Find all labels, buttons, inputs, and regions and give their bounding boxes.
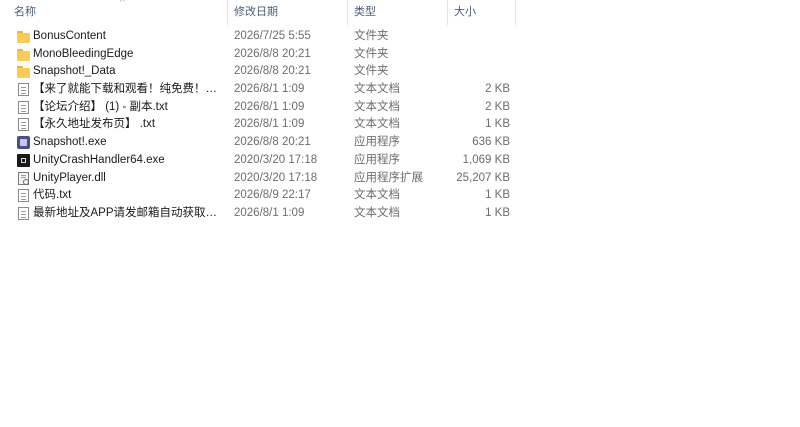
text-file-icon xyxy=(18,83,29,97)
text-file-icon xyxy=(18,100,29,114)
file-date: 2026/8/8 20:21 xyxy=(234,65,311,78)
file-name: Snapshot!.exe xyxy=(33,136,107,149)
text-file-icon xyxy=(18,206,29,220)
file-name: BonusContent xyxy=(33,30,106,42)
file-size: 636 KB xyxy=(472,136,510,149)
file-name: 【来了就能下载和观看！纯免费！】 - 副... xyxy=(33,83,223,96)
file-type: 文件夹 xyxy=(354,47,389,60)
folder-icon xyxy=(17,65,30,79)
file-type: 应用程序 xyxy=(354,153,400,166)
file-name: UnityPlayer.dll xyxy=(33,171,106,184)
file-size: 1 KB xyxy=(485,118,510,131)
file-row[interactable]: BonusContent 2026/7/25 5:55 文件夹 xyxy=(0,28,800,46)
file-size: 2 KB xyxy=(485,83,510,96)
file-size: 1,069 KB xyxy=(462,153,510,166)
file-type: 文本文档 xyxy=(354,118,400,131)
file-list: BonusContent 2026/7/25 5:55 文件夹 MonoBlee… xyxy=(0,28,800,223)
file-date: 2020/3/20 17:18 xyxy=(234,153,318,166)
folder-icon xyxy=(17,48,30,61)
exe-icon xyxy=(17,136,30,150)
file-row[interactable]: 最新地址及APP请发邮箱自动获取！！！... 2026/8/1 1:09 文本文… xyxy=(0,205,800,223)
file-name: MonoBleedingEdge xyxy=(33,47,134,60)
file-date: 2026/8/9 22:17 xyxy=(234,189,311,202)
file-name: Snapshot!_Data xyxy=(33,65,116,78)
file-type: 文本文档 xyxy=(354,83,400,96)
file-row[interactable]: 代码.txt 2026/8/9 22:17 文本文档 1 KB xyxy=(0,187,800,205)
file-name: UnityCrashHandler64.exe xyxy=(33,153,165,166)
file-size: 2 KB xyxy=(485,100,510,113)
file-row[interactable]: UnityPlayer.dll 2020/3/20 17:18 应用程序扩展 2… xyxy=(0,170,800,188)
file-type: 文本文档 xyxy=(354,206,400,219)
file-date: 2020/3/20 17:18 xyxy=(234,171,318,184)
column-header-name-label: 名称 xyxy=(14,6,36,18)
file-date: 2026/8/1 1:09 xyxy=(234,118,305,131)
crash-handler-icon xyxy=(17,153,30,167)
file-row[interactable]: MonoBleedingEdge 2026/8/8 20:21 文件夹 xyxy=(0,46,800,64)
file-name: 最新地址及APP请发邮箱自动获取！！！... xyxy=(33,206,223,219)
file-type: 文本文档 xyxy=(354,100,400,113)
file-date: 2026/8/1 1:09 xyxy=(234,83,305,96)
column-header-name[interactable]: 名称 ^ xyxy=(8,0,228,25)
column-header-size[interactable]: 大小 xyxy=(448,0,516,25)
file-type: 应用程序扩展 xyxy=(354,171,423,184)
file-row[interactable]: Snapshot!.exe 2026/8/8 20:21 应用程序 636 KB xyxy=(0,134,800,152)
file-date: 2026/8/1 1:09 xyxy=(234,100,305,113)
sort-ascending-icon: ^ xyxy=(120,0,125,8)
file-type: 文本文档 xyxy=(354,189,400,202)
file-row[interactable]: Snapshot!_Data 2026/8/8 20:21 文件夹 xyxy=(0,63,800,81)
file-row[interactable]: 【论坛介绍】 (1) - 副本.txt 2026/8/1 1:09 文本文档 2… xyxy=(0,99,800,117)
column-header-type[interactable]: 类型 xyxy=(348,0,448,25)
file-type: 文件夹 xyxy=(354,65,389,78)
file-size: 1 KB xyxy=(485,189,510,202)
dll-icon xyxy=(18,171,29,185)
file-date: 2026/8/8 20:21 xyxy=(234,47,311,60)
file-date: 2026/7/25 5:55 xyxy=(234,30,311,42)
file-row[interactable]: 【永久地址发布页】 .txt 2026/8/1 1:09 文本文档 1 KB xyxy=(0,116,800,134)
file-size: 25,207 KB xyxy=(456,171,510,184)
file-name: 【论坛介绍】 (1) - 副本.txt xyxy=(33,100,168,113)
column-header-bar: 名称 ^ 修改日期 类型 大小 xyxy=(0,0,800,25)
file-row[interactable]: UnityCrashHandler64.exe 2020/3/20 17:18 … xyxy=(0,152,800,170)
column-header-size-label: 大小 xyxy=(454,6,476,18)
folder-icon xyxy=(17,30,30,43)
column-header-date-label: 修改日期 xyxy=(234,6,278,18)
file-date: 2026/8/8 20:21 xyxy=(234,136,311,149)
file-name: 代码.txt xyxy=(33,189,72,202)
file-size: 1 KB xyxy=(485,206,510,219)
text-file-icon xyxy=(18,118,29,132)
file-date: 2026/8/1 1:09 xyxy=(234,206,305,219)
file-row[interactable]: 【来了就能下载和观看！纯免费！】 - 副... 2026/8/1 1:09 文本… xyxy=(0,81,800,99)
text-file-icon xyxy=(18,189,29,203)
file-name: 【永久地址发布页】 .txt xyxy=(33,118,156,131)
column-header-type-label: 类型 xyxy=(354,6,376,18)
column-header-date[interactable]: 修改日期 xyxy=(228,0,348,25)
file-type: 文件夹 xyxy=(354,30,389,42)
file-type: 应用程序 xyxy=(354,136,400,149)
